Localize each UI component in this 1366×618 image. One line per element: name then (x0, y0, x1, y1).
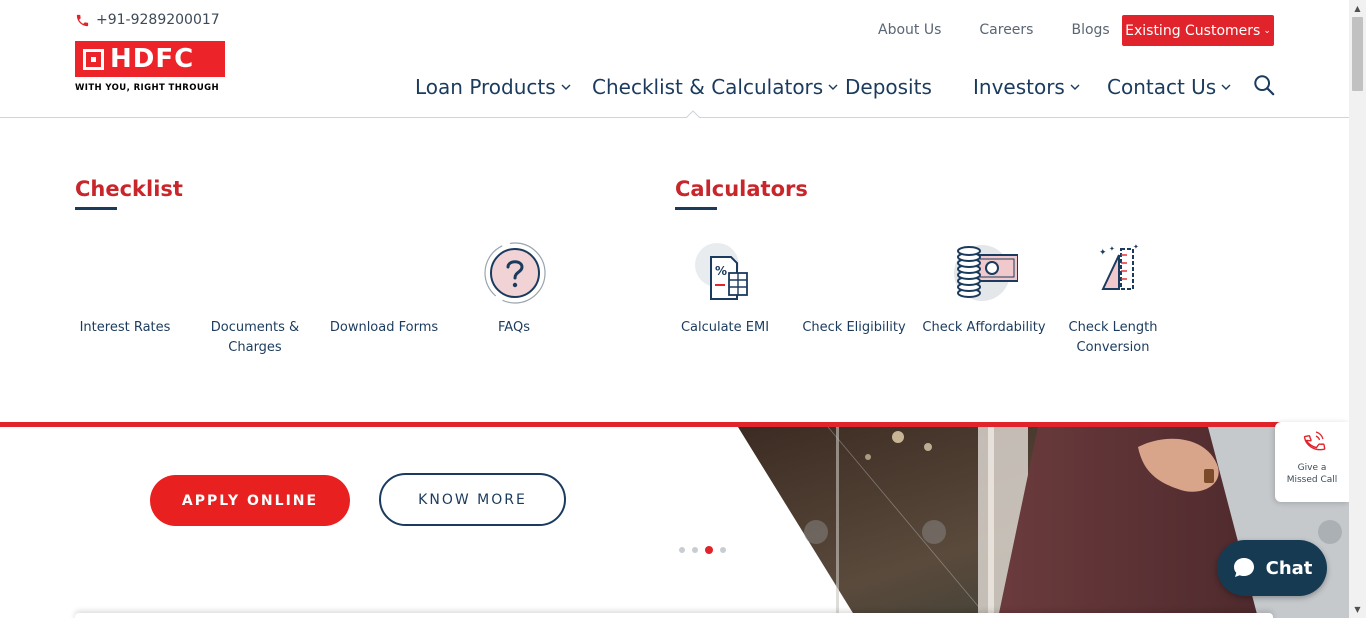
logo-mark-icon (83, 48, 104, 70)
menu-item-label: Documents & Charges (210, 320, 300, 355)
careers-link[interactable]: Careers (979, 15, 1033, 45)
nav-loan-products[interactable]: Loan Products (415, 75, 571, 99)
missed-call-widget[interactable]: Give a Missed Call (1275, 422, 1349, 502)
hero-banner: APPLY ONLINE KNOW MORE (0, 427, 1349, 618)
phone-number: +91-9289200017 (96, 12, 220, 28)
page-scrollbar[interactable]: ▲ ▼ (1349, 0, 1366, 618)
nav-label: Investors (973, 75, 1065, 99)
svg-text:✦: ✦ (1109, 245, 1115, 253)
phone-contact[interactable]: +91-9289200017 (75, 12, 220, 28)
calculators-title: Calculators (675, 177, 808, 210)
menu-item-label: Interest Rates (79, 320, 171, 335)
phone-icon (76, 14, 89, 26)
ruler-triangle-icon: ✦ ✦ ✦ (1099, 243, 1139, 290)
nav-investors[interactable]: Investors (973, 75, 1080, 99)
blogs-link[interactable]: Blogs (1071, 15, 1109, 45)
nav-checklist-calculators[interactable]: Checklist & Calculators (592, 75, 838, 99)
menu-item-label: FAQs (498, 320, 530, 335)
emi-calculator-icon: % (695, 243, 748, 300)
carousel-dots (679, 546, 726, 554)
nav-contact-us[interactable]: Contact Us (1107, 75, 1231, 99)
chevron-down-icon (1070, 84, 1080, 90)
chevron-down-icon (828, 84, 838, 90)
carousel-dot[interactable] (692, 547, 698, 553)
phone-ring-icon (1303, 431, 1326, 451)
menu-item-label: Download Forms (329, 320, 439, 335)
about-us-link[interactable]: About Us (878, 15, 941, 45)
menu-item-label: Check Eligibility (802, 320, 906, 335)
content-card-edge (75, 613, 1273, 618)
menu-item-label: Check Affordability (922, 320, 1046, 335)
chevron-down-icon: ⌄ (1263, 25, 1271, 36)
page: +91-9289200017 HDFC WITH YOU, RIGHT THRO… (0, 0, 1349, 618)
logo-text: HDFC (110, 44, 195, 74)
apply-online-button[interactable]: APPLY ONLINE (150, 475, 350, 526)
mega-menu: Checklist Calculators Interest Rates Doc… (0, 118, 1349, 424)
scroll-down-arrow-icon[interactable]: ▼ (1349, 601, 1366, 618)
scroll-up-arrow-icon[interactable]: ▲ (1349, 0, 1366, 17)
existing-customers-button[interactable]: Existing Customers ⌄ (1122, 15, 1274, 46)
coins-cash-icon (954, 245, 1018, 301)
menu-item-label: Calculate EMI (680, 320, 770, 335)
nav-label: Checklist & Calculators (592, 75, 824, 99)
chat-label: Chat (1265, 557, 1313, 579)
logo-box: HDFC (75, 41, 225, 77)
svg-text:✦: ✦ (1099, 248, 1107, 258)
nav-deposits[interactable]: Deposits (845, 75, 932, 99)
chat-button[interactable]: Chat (1217, 540, 1327, 596)
svg-text:✦: ✦ (1133, 243, 1139, 251)
missed-call-line2: Missed Call (1286, 475, 1338, 485)
carousel-dot[interactable] (679, 547, 685, 553)
missed-call-line1: Give a (1297, 463, 1327, 473)
carousel-dot-active[interactable] (705, 546, 713, 554)
menu-item-label: Check Length Conversion (1068, 320, 1158, 355)
nav-label: Loan Products (415, 75, 556, 99)
chevron-down-icon (1221, 84, 1231, 90)
logo-tagline: WITH YOU, RIGHT THROUGH (75, 83, 220, 93)
existing-customers-label: Existing Customers (1125, 22, 1261, 39)
svg-text:%: % (715, 264, 727, 278)
chevron-down-icon (561, 84, 571, 90)
know-more-button[interactable]: KNOW MORE (379, 473, 566, 526)
carousel-dot[interactable] (720, 547, 726, 553)
site-header: +91-9289200017 HDFC WITH YOU, RIGHT THRO… (0, 0, 1349, 118)
question-icon (484, 242, 546, 304)
chat-bubble-icon (1233, 558, 1254, 577)
search-icon[interactable] (1253, 74, 1275, 96)
hdfc-logo[interactable]: HDFC WITH YOU, RIGHT THROUGH (75, 41, 226, 93)
top-links: About Us Careers Blogs (878, 15, 1148, 45)
nav-label: Deposits (845, 75, 932, 99)
nav-label: Contact Us (1107, 75, 1217, 99)
scroll-thumb[interactable] (1352, 17, 1363, 91)
checklist-title: Checklist (75, 177, 183, 210)
